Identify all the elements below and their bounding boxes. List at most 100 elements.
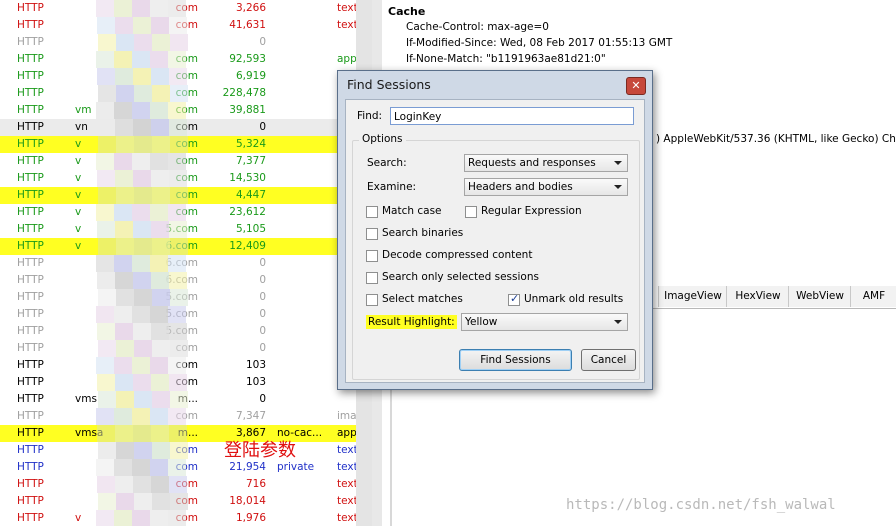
decode-compressed-checkbox[interactable] — [366, 250, 378, 262]
session-row[interactable]: HTTP com 103 — [0, 374, 356, 391]
close-icon[interactable]: ✕ — [626, 77, 646, 95]
session-host: com — [175, 478, 198, 490]
session-host: 5.com — [165, 223, 198, 235]
session-protocol: HTTP — [17, 427, 44, 439]
session-host: com — [175, 206, 198, 218]
session-protocol: HTTP — [17, 359, 44, 371]
tab-amf[interactable]: AMF — [850, 286, 896, 307]
session-content-type: imag — [337, 410, 356, 422]
session-body-size: 23,612 — [229, 206, 266, 218]
session-protocol: HTTP — [17, 291, 44, 303]
session-protocol: HTTP — [17, 189, 44, 201]
session-row[interactable]: HTTP v com 4,447 — [0, 187, 356, 204]
session-row[interactable]: HTTP vms m... 0 — [0, 391, 356, 408]
session-body-size: 41,631 — [229, 19, 266, 31]
find-sessions-button[interactable]: Find Sessions — [459, 349, 572, 371]
match-case-label[interactable]: Match case — [382, 205, 442, 217]
session-body-size: 7,347 — [235, 410, 266, 422]
session-row[interactable]: HTTP v com 5,324 — [0, 136, 356, 153]
session-protocol: HTTP — [17, 70, 44, 82]
session-row[interactable]: HTTP 6.com 0 — [0, 255, 356, 272]
session-content-type: app — [337, 53, 356, 65]
session-row[interactable]: HTTP com 6,919 — [0, 68, 356, 85]
unmark-old-results-label[interactable]: Unmark old results — [524, 293, 623, 305]
session-protocol: HTTP — [17, 274, 44, 286]
session-host: com — [175, 172, 198, 184]
session-body-size: 0 — [259, 308, 266, 320]
session-row[interactable]: HTTP com 21,954 private text — [0, 459, 356, 476]
session-row[interactable]: HTTP v 6.com 12,409 — [0, 238, 356, 255]
options-legend: Options — [359, 133, 406, 145]
chevron-down-icon — [614, 320, 622, 324]
tab-imageview[interactable]: ImageView — [658, 286, 727, 307]
session-row[interactable]: HTTP com 41,631 text — [0, 17, 356, 34]
session-row[interactable]: HTTP com 716 text — [0, 476, 356, 493]
session-host: 5.com — [165, 291, 198, 303]
response-inspector-tabs: ImageView HexView WebView AMF — [644, 286, 896, 309]
session-row[interactable]: HTTP com 18,014 text — [0, 493, 356, 510]
session-row[interactable]: HTTP v com 23,612 — [0, 204, 356, 221]
search-selected-checkbox[interactable] — [366, 272, 378, 284]
search-binaries-checkbox[interactable] — [366, 228, 378, 240]
user-agent-fragment: ) AppleWebKit/537.36 (KHTML, like Gecko)… — [656, 133, 896, 145]
session-body-size: 92,593 — [229, 53, 266, 65]
session-protocol: HTTP — [17, 121, 44, 133]
session-row[interactable]: HTTP v com 14,530 — [0, 170, 356, 187]
result-highlight-select[interactable]: Yellow — [461, 313, 628, 331]
select-matches-checkbox[interactable] — [366, 294, 378, 306]
header-group-cache: Cache — [388, 5, 426, 18]
session-body-size: 0 — [259, 257, 266, 269]
session-protocol: HTTP — [17, 138, 44, 150]
session-host: com — [175, 495, 198, 507]
session-host: com — [175, 512, 198, 524]
select-matches-label[interactable]: Select matches — [382, 293, 463, 305]
header-line: Cache-Control: max-age=0 — [406, 21, 549, 33]
session-row[interactable]: HTTP v 5.com 5,105 — [0, 221, 356, 238]
dialog-body: Find: LoginKey Options Search: Requests … — [345, 99, 645, 383]
session-protocol: HTTP — [17, 36, 44, 48]
session-row[interactable]: HTTP com 7,347 imag — [0, 408, 356, 425]
session-host: com — [175, 461, 198, 473]
session-row[interactable]: HTTP com 3,266 text — [0, 0, 356, 17]
decode-compressed-label[interactable]: Decode compressed content — [382, 249, 532, 261]
session-row[interactable]: HTTP 5.com 0 — [0, 306, 356, 323]
session-row[interactable]: HTTP com 103 — [0, 357, 356, 374]
session-row[interactable]: HTTP v com 7,377 — [0, 153, 356, 170]
session-list[interactable]: HTTP com 3,266 text HTTP com 41,631 text HTTP 0 HT… — [0, 0, 356, 526]
find-input[interactable]: LoginKey — [390, 107, 634, 125]
session-row[interactable]: HTTP com 0 — [0, 340, 356, 357]
match-case-checkbox[interactable] — [366, 206, 378, 218]
session-row[interactable]: HTTP 6.com 0 — [0, 272, 356, 289]
session-protocol: HTTP — [17, 308, 44, 320]
session-protocol: HTTP — [17, 206, 44, 218]
session-row[interactable]: HTTP com text — [0, 442, 356, 459]
session-host: 6.com — [165, 257, 198, 269]
session-row[interactable]: HTTP v com 1,976 text — [0, 510, 356, 526]
session-row[interactable]: HTTP 5.com 0 — [0, 289, 356, 306]
session-row[interactable]: HTTP com 228,478 — [0, 85, 356, 102]
session-row[interactable]: HTTP 0 — [0, 34, 356, 51]
session-protocol: HTTP — [17, 19, 44, 31]
session-body-size: 0 — [259, 342, 266, 354]
session-body-size: 7,377 — [235, 155, 266, 167]
search-selected-label[interactable]: Search only selected sessions — [382, 271, 539, 283]
search-select[interactable]: Requests and responses — [464, 154, 628, 172]
cancel-button[interactable]: Cancel — [581, 349, 636, 371]
tab-hexview[interactable]: HexView — [726, 286, 789, 307]
tab-webview[interactable]: WebView — [788, 286, 851, 307]
session-row[interactable]: HTTP vmsa m... 3,867 no-cac... app — [0, 425, 356, 442]
examine-select[interactable]: Headers and bodies — [464, 178, 628, 196]
search-binaries-label[interactable]: Search binaries — [382, 227, 463, 239]
regular-expression-checkbox[interactable] — [465, 206, 477, 218]
session-row[interactable]: HTTP vm com 39,881 — [0, 102, 356, 119]
dialog-title: Find Sessions — [347, 77, 431, 92]
regular-expression-label[interactable]: Regular Expression — [481, 205, 582, 217]
unmark-old-results-checkbox[interactable] — [508, 292, 520, 306]
session-row[interactable]: HTTP 5.com 0 — [0, 323, 356, 340]
session-body-size: 0 — [259, 121, 266, 133]
session-row[interactable]: HTTP com 92,593 app — [0, 51, 356, 68]
header-line: If-Modified-Since: Wed, 08 Feb 2017 01:5… — [406, 37, 673, 49]
dialog-titlebar[interactable]: Find Sessions ✕ — [338, 71, 652, 97]
session-row[interactable]: HTTP vn com 0 — [0, 119, 356, 136]
session-content-type: text — [337, 444, 356, 456]
